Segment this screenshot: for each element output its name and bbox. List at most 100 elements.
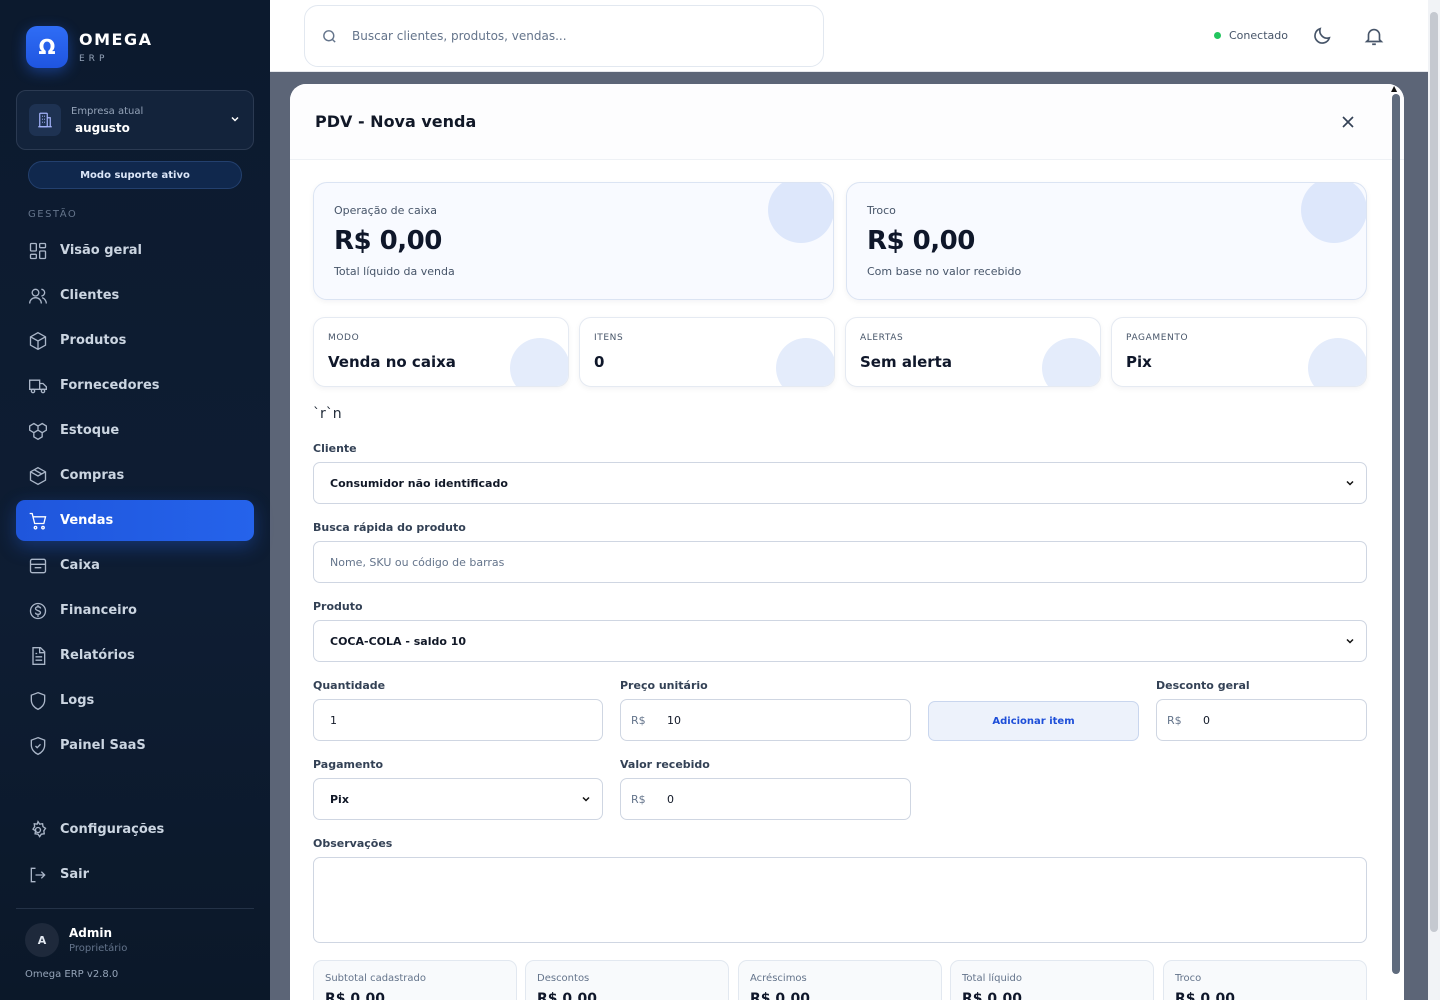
status-text: Conectado <box>1229 29 1288 42</box>
quantidade-value: 1 <box>330 713 337 727</box>
add-item-button[interactable]: Adicionar item <box>928 701 1139 741</box>
scroll-up-icon[interactable]: ▲ <box>1391 84 1397 93</box>
page-scrollbar[interactable] <box>1428 0 1440 1000</box>
valor-recebido-value: 0 <box>667 792 674 806</box>
quantidade-field[interactable]: 1 <box>313 699 603 741</box>
brand-name: OMEGA <box>79 29 153 49</box>
sidebar-item-clientes[interactable]: Clientes <box>16 275 254 316</box>
sidebar-item-relatorios[interactable]: Relatórios <box>16 635 254 676</box>
sidebar-item-label: Visão geral <box>60 243 143 258</box>
card-sub: Com base no valor recebido <box>867 265 1022 278</box>
stat-modo: MODO Venda no caixa <box>313 317 569 387</box>
sidebar-bottom-nav: Configurações Sair <box>16 809 254 899</box>
cashbox-icon <box>29 558 47 573</box>
total-value: R$ 0,00 <box>962 991 1022 1000</box>
sidebar-item-sair[interactable]: Sair <box>16 854 254 895</box>
total-value: R$ 0,00 <box>325 991 385 1000</box>
total-value: R$ 0,00 <box>1175 991 1235 1000</box>
omega-logo-icon: Ω <box>26 26 68 68</box>
summary-card-caixa: Operação de caixa R$ 0,00 Total líquido … <box>313 182 834 300</box>
boxes-icon <box>29 422 47 440</box>
user-role: Proprietário <box>69 943 128 954</box>
currency-prefix: R$ <box>631 713 646 727</box>
sidebar-item-configuracoes[interactable]: Configurações <box>16 809 254 850</box>
sidebar-item-financeiro[interactable]: Financeiro <box>16 590 254 631</box>
stat-value: Pix <box>1126 353 1152 371</box>
total-label: Troco <box>1175 973 1202 984</box>
company-selector[interactable]: Empresa atual augusto <box>16 90 254 150</box>
sidebar-item-estoque[interactable]: Estoque <box>16 410 254 451</box>
total-subtotal: Subtotal cadastrado R$ 0,00 <box>313 960 517 1000</box>
sidebar-item-produtos[interactable]: Produtos <box>16 320 254 361</box>
brand[interactable]: Ω OMEGA ERP <box>26 26 152 68</box>
sidebar-item-label: Estoque <box>60 423 120 438</box>
modal-header: PDV - Nova venda <box>290 84 1404 160</box>
card-label: Operação de caixa <box>334 204 438 217</box>
sidebar-item-label: Produtos <box>60 333 127 348</box>
sidebar-item-compras[interactable]: Compras <box>16 455 254 496</box>
support-mode-badge[interactable]: Modo suporte ativo <box>28 161 242 189</box>
sidebar-item-label: Vendas <box>60 513 114 528</box>
moon-icon[interactable] <box>1311 25 1333 47</box>
chevron-down-icon <box>1346 480 1354 486</box>
observacoes-textarea[interactable] <box>313 857 1367 943</box>
sidebar-item-logs[interactable]: Logs <box>16 680 254 721</box>
sidebar-item-label: Sair <box>60 867 90 882</box>
desconto-value: 0 <box>1203 713 1210 727</box>
sidebar-item-fornecedores[interactable]: Fornecedores <box>16 365 254 406</box>
valor-recebido-field[interactable]: R$ 0 <box>620 778 911 820</box>
stat-value: Sem alerta <box>860 353 952 371</box>
modal-title: PDV - Nova venda <box>315 112 477 131</box>
total-value: R$ 0,00 <box>537 991 597 1000</box>
product-search-input[interactable] <box>330 555 1263 569</box>
shield-check-icon <box>30 736 46 755</box>
sidebar-item-caixa[interactable]: Caixa <box>16 545 254 586</box>
avatar: A <box>25 923 59 957</box>
sidebar-item-visao-geral[interactable]: Visão geral <box>16 230 254 271</box>
chevron-down-icon <box>1346 638 1354 644</box>
currency-prefix: R$ <box>1167 713 1182 727</box>
user-profile[interactable]: A Admin Proprietário <box>25 923 127 957</box>
produto-value: COCA-COLA - saldo 10 <box>330 634 467 648</box>
product-search-field[interactable] <box>313 541 1367 583</box>
bell-icon[interactable] <box>1363 25 1385 47</box>
pagamento-label: Pagamento <box>313 758 384 771</box>
total-value: R$ 0,00 <box>750 991 810 1000</box>
preco-value: 10 <box>667 713 681 727</box>
pagamento-value: Pix <box>330 792 349 806</box>
connection-status: Conectado <box>1214 29 1288 42</box>
sidebar-item-painel-saas[interactable]: Painel SaaS <box>16 725 254 766</box>
modal-scrollbar[interactable] <box>1392 94 1400 974</box>
user-name: Admin <box>69 926 113 940</box>
sidebar-item-vendas[interactable]: Vendas <box>16 500 254 541</box>
desconto-field[interactable]: R$ 0 <box>1156 699 1367 741</box>
sidebar-item-label: Caixa <box>60 558 100 573</box>
summary-card-troco: Troco R$ 0,00 Com base no valor recebido <box>846 182 1367 300</box>
pagamento-select[interactable]: Pix <box>313 778 603 820</box>
stat-value: Venda no caixa <box>328 353 456 371</box>
card-label: Troco <box>867 204 896 217</box>
cliente-select[interactable]: Consumidor não identificado <box>313 462 1367 504</box>
sidebar-item-label: Configurações <box>60 822 165 837</box>
stat-label: ALERTAS <box>860 333 904 343</box>
truck-icon <box>29 379 47 393</box>
sidebar-nav: Visão geral Clientes Produtos Fornecedor… <box>16 230 254 770</box>
sidebar-item-label: Fornecedores <box>60 378 160 393</box>
cliente-label: Cliente <box>313 442 357 455</box>
package-icon <box>29 466 47 485</box>
building-icon <box>29 104 61 136</box>
box-icon <box>29 331 47 350</box>
card-value: R$ 0,00 <box>334 226 442 256</box>
stray-text: `r`n <box>313 406 342 422</box>
total-acrescimos: Acréscimos R$ 0,00 <box>738 960 942 1000</box>
preco-field[interactable]: R$ 10 <box>620 699 911 741</box>
global-search[interactable] <box>304 5 824 67</box>
search-input[interactable] <box>352 29 792 43</box>
produto-select[interactable]: COCA-COLA - saldo 10 <box>313 620 1367 662</box>
cart-icon <box>29 512 47 530</box>
page-scrollbar-thumb[interactable] <box>1430 12 1438 932</box>
valor-recebido-label: Valor recebido <box>620 758 710 771</box>
sidebar-item-label: Financeiro <box>60 603 137 618</box>
close-icon[interactable] <box>1338 112 1358 132</box>
stat-label: MODO <box>328 333 360 343</box>
